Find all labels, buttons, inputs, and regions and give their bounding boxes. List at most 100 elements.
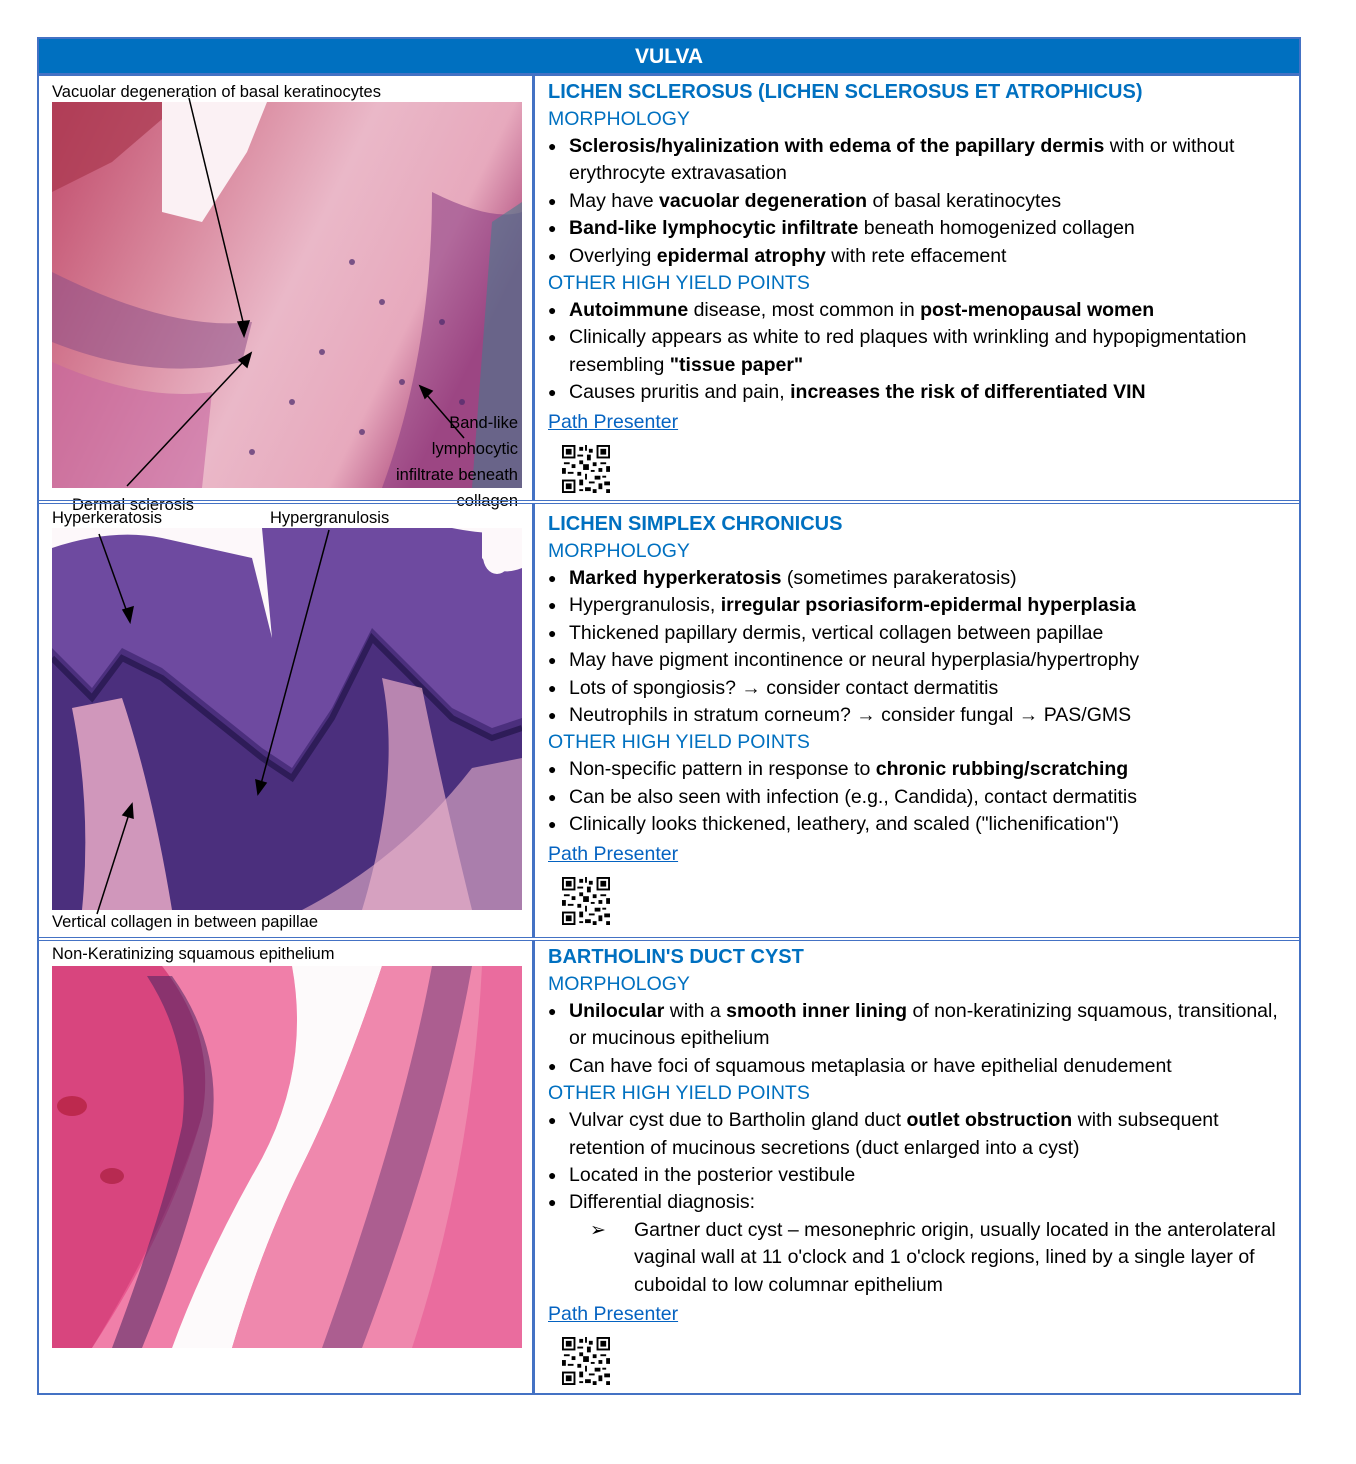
- bullet-item: Differential diagnosis:: [548, 1189, 1289, 1217]
- bullet-item: Can be also seen with infection (e.g., C…: [548, 784, 1289, 812]
- caption-band-like-1: Band-like: [449, 414, 518, 432]
- text-run: Can have foci of squamous metaplasia or …: [569, 1054, 1172, 1077]
- bold-text-run: outlet obstruction: [906, 1109, 1073, 1132]
- row-lichen-sclerosus: Vacuolar degeneration of basal keratinoc…: [39, 73, 1299, 514]
- path-presenter-link[interactable]: Path Presenter: [548, 839, 678, 869]
- bullet-item: Vulvar cyst due to Bartholin gland duct …: [548, 1107, 1289, 1162]
- path-presenter-link[interactable]: Path Presenter: [548, 1299, 678, 1329]
- text-run: Vulvar cyst due to Bartholin gland duct: [569, 1109, 907, 1132]
- text-run: Located in the posterior vestibule: [569, 1164, 856, 1187]
- bullet-item: Band-like lymphocytic infiltrate beneath…: [548, 215, 1289, 243]
- bold-text-run: Sclerosis/hyalinization with edema of th…: [569, 135, 1105, 157]
- text-run: Clinically looks thickened, leathery, an…: [569, 813, 1119, 836]
- text-run: May have: [569, 189, 659, 212]
- bullet-item: May have pigment incontinence or neural …: [548, 647, 1289, 675]
- caption-band-like-3: infiltrate beneath: [395, 466, 518, 484]
- bullet-item: Clinically appears as white to red plaqu…: [548, 324, 1289, 379]
- bold-text-run: increases the risk of differentiated VIN: [790, 381, 1146, 404]
- bold-text-run: Autoimmune: [569, 299, 689, 322]
- qr-code-icon[interactable]: [562, 877, 610, 925]
- title-lichen-sclerosus: LICHEN SCLEROSUS (LICHEN SCLEROSUS ET AT…: [548, 81, 1143, 103]
- text-run: (sometimes parakeratosis): [781, 567, 1017, 589]
- bullet-item: Marked hyperkeratosis (sometimes paraker…: [548, 565, 1289, 593]
- text-run: Non-specific pattern in response to: [569, 758, 876, 781]
- other-points-heading: OTHER HIGH YIELD POINTS: [548, 272, 810, 295]
- other-points-heading: OTHER HIGH YIELD POINTS: [548, 1082, 810, 1105]
- text-run: May have pigment incontinence or neural …: [569, 649, 1140, 672]
- row-lichen-simplex-chronicus: Hyperkeratosis Hypergranulosis Vertical …: [39, 500, 1299, 937]
- bullet-item: Lots of spongiosis? → consider contact d…: [548, 675, 1289, 703]
- bullet-item: Non-specific pattern in response to chro…: [548, 756, 1289, 784]
- text-run: Lots of spongiosis? → consider contact d…: [569, 676, 999, 699]
- text-run: Overlying: [569, 244, 657, 267]
- text-run: with a: [664, 1000, 727, 1022]
- morphology-list: Unilocular with a smooth inner lining of…: [548, 998, 1289, 1081]
- text-cell-lichen-sclerosus: LICHEN SCLEROSUS (LICHEN SCLEROSUS ET AT…: [538, 76, 1299, 500]
- bullet-item: Located in the posterior vestibule: [548, 1162, 1289, 1190]
- bullet-item: Clinically looks thickened, leathery, an…: [548, 811, 1289, 839]
- caption-vertical-collagen: Vertical collagen in between papillae: [52, 913, 319, 931]
- bold-text-run: Unilocular: [569, 1000, 665, 1022]
- caption-hypergranulosis: Hypergranulosis: [270, 509, 390, 527]
- bullet-item: May have vacuolar degeneration of basal …: [548, 188, 1289, 216]
- bullet-item: Neutrophils in stratum corneum? → consid…: [548, 702, 1289, 730]
- text-run: of basal keratinocytes: [867, 189, 1062, 212]
- qr-code-icon[interactable]: [562, 1337, 610, 1385]
- text-run: beneath homogenized collagen: [858, 217, 1135, 240]
- bold-text-run: "tissue paper": [669, 353, 804, 376]
- text-run: Causes pruritis and pain,: [569, 381, 791, 404]
- morphology-heading: MORPHOLOGY: [548, 973, 690, 995]
- other-points-list: Vulvar cyst due to Bartholin gland duct …: [548, 1107, 1289, 1217]
- caption-band-like-2: lymphocytic: [431, 440, 518, 458]
- table-banner: VULVA: [39, 39, 1299, 73]
- path-presenter-link[interactable]: Path Presenter: [548, 407, 678, 437]
- bullet-item: Hypergranulosis, irregular psoriasiform-…: [548, 592, 1289, 620]
- text-run: Differential diagnosis:: [569, 1191, 756, 1214]
- row-bartholins-duct-cyst: Non-Keratinizing squamous epithelium BAR…: [39, 937, 1299, 1393]
- other-points-list: Non-specific pattern in response to chro…: [548, 756, 1289, 839]
- text-run: Hypergranulosis,: [569, 594, 721, 617]
- bullet-item: Unilocular with a smooth inner lining of…: [548, 998, 1289, 1053]
- bullet-item: Overlying epidermal atrophy with rete ef…: [548, 243, 1289, 271]
- text-run: with rete effacement: [825, 244, 1007, 267]
- differential-sub-list: ➢ Gartner duct cyst – mesonephric origin,…: [548, 1217, 1289, 1299]
- other-points-list: Autoimmune disease, most common in post-…: [548, 297, 1289, 407]
- title-lichen-simplex: LICHEN SIMPLEX CHRONICUS: [548, 513, 843, 535]
- text-cell-lichen-simplex: LICHEN SIMPLEX CHRONICUS MORPHOLOGY Mark…: [538, 504, 1299, 937]
- bullet-item: Causes pruritis and pain, increases the …: [548, 379, 1289, 407]
- title-bartholins-duct-cyst: BARTHOLIN'S DUCT CYST: [548, 946, 804, 968]
- bold-text-run: irregular psoriasiform-epidermal hyperpl…: [720, 594, 1136, 617]
- text-run: Can be also seen with infection (e.g., C…: [569, 785, 1137, 808]
- bullet-item: Thickened papillary dermis, vertical col…: [548, 620, 1289, 648]
- bold-text-run: Band-like lymphocytic infiltrate: [569, 217, 859, 240]
- qr-code-icon[interactable]: [562, 445, 610, 493]
- text-cell-bartholin: BARTHOLIN'S DUCT CYST MORPHOLOGY Unilocu…: [538, 941, 1299, 1393]
- text-run: disease, most common in: [688, 299, 921, 322]
- sub-bullet-item: ➢ Gartner duct cyst – mesonephric origin,…: [590, 1217, 1289, 1299]
- caption-non-keratinizing-epithelium: Non-Keratinizing squamous epithelium: [52, 945, 335, 963]
- morphology-list: Sclerosis/hyalinization with edema of th…: [548, 133, 1289, 270]
- morphology-heading: MORPHOLOGY: [548, 540, 690, 562]
- bold-text-run: chronic rubbing/scratching: [875, 758, 1129, 781]
- histology-image-lichen-simplex: [52, 528, 522, 910]
- bullet-item: Can have foci of squamous metaplasia or …: [548, 1053, 1289, 1081]
- other-points-heading: OTHER HIGH YIELD POINTS: [548, 731, 810, 754]
- bold-text-run: smooth inner lining: [726, 1000, 908, 1022]
- image-cell-lichen-simplex: Hyperkeratosis Hypergranulosis Vertical …: [39, 504, 535, 937]
- bullet-item: Autoimmune disease, most common in post-…: [548, 297, 1289, 325]
- image-cell-lichen-sclerosus: Vacuolar degeneration of basal keratinoc…: [39, 76, 535, 514]
- histology-image-bartholin: [52, 966, 522, 1348]
- bold-text-run: vacuolar degeneration: [658, 189, 868, 212]
- bold-text-run: post-menopausal women: [920, 299, 1155, 322]
- caption-hyperkeratosis: Hyperkeratosis: [52, 509, 163, 527]
- image-cell-bartholin: Non-Keratinizing squamous epithelium: [39, 941, 535, 1393]
- arrow-bullet-icon: ➢: [590, 1219, 606, 1241]
- morphology-heading: MORPHOLOGY: [548, 108, 690, 130]
- bold-text-run: epidermal atrophy: [656, 244, 826, 267]
- text-run: Neutrophils in stratum corneum? → consid…: [569, 704, 1132, 727]
- caption-vacuolar-degeneration: Vacuolar degeneration of basal keratinoc…: [52, 83, 381, 101]
- vulva-table: VULVA Vacuolar degeneration of basal ker…: [37, 37, 1301, 1395]
- text-run: Gartner duct cyst – mesonephric origin, …: [634, 1218, 1276, 1296]
- morphology-list: Marked hyperkeratosis (sometimes paraker…: [548, 565, 1289, 730]
- bullet-item: Sclerosis/hyalinization with edema of th…: [548, 133, 1289, 188]
